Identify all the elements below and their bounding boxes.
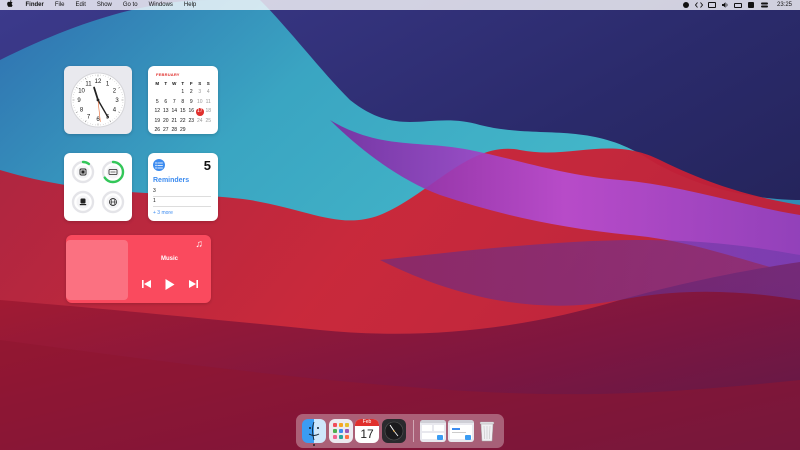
trash-icon[interactable] xyxy=(475,419,499,443)
apple-logo-icon[interactable] xyxy=(0,0,20,11)
calendar-day[interactable]: 14 xyxy=(170,107,179,116)
wifi-icon[interactable] xyxy=(745,0,758,10)
reminders-count: 5 xyxy=(203,158,211,173)
calendar-day[interactable]: 7 xyxy=(170,98,179,107)
battery-icon[interactable] xyxy=(732,0,745,10)
calendar-day[interactable]: 22 xyxy=(179,117,188,126)
music-widget[interactable]: ♫ Music xyxy=(66,235,211,303)
launchpad-icon[interactable] xyxy=(329,419,353,443)
menu-edit[interactable]: Edit xyxy=(70,0,91,10)
calendar-day[interactable]: 19 xyxy=(153,117,162,126)
calendar-weekday: T xyxy=(164,81,168,86)
battery-rings xyxy=(71,160,125,214)
play-icon[interactable] xyxy=(163,277,177,291)
menu-windows[interactable]: Windows xyxy=(143,0,178,10)
calendar-today[interactable]: 17 xyxy=(195,107,205,117)
calendar-day[interactable]: 9 xyxy=(187,98,196,107)
dock-separator xyxy=(413,420,414,442)
calendar-day[interactable]: 5 xyxy=(153,98,162,107)
menu-help[interactable]: Help xyxy=(178,0,201,10)
calendar-day[interactable]: 16 xyxy=(187,107,196,116)
previous-icon[interactable] xyxy=(140,277,154,291)
calendar-weekday: S xyxy=(198,81,202,86)
calendar-day[interactable]: 24 xyxy=(196,117,205,126)
calendar-day[interactable]: 15 xyxy=(179,107,188,116)
calendar-weekday: M xyxy=(155,81,160,86)
calendar-day[interactable]: 23 xyxy=(187,117,196,126)
clock-number: 11 xyxy=(85,82,92,88)
calendar-day[interactable]: 29 xyxy=(179,126,188,135)
menu-show[interactable]: Show xyxy=(91,0,117,10)
menubar-clock[interactable]: 23:25 xyxy=(771,0,800,10)
reminders-title: Reminders xyxy=(153,177,190,184)
calendar-grid: M T W T F S S 1 2 3 4 5 6 7 8 9 10 11 12 13 14 15 16 17 18 19 20 21… xyxy=(153,79,213,135)
calendar-month: FEBRUARY xyxy=(156,72,180,77)
calendar-day[interactable]: 3 xyxy=(196,88,205,97)
menu-go-to[interactable]: Go to xyxy=(117,0,143,10)
finder-icon[interactable] xyxy=(302,419,326,443)
clock-number: 12 xyxy=(95,79,102,85)
record-icon[interactable] xyxy=(680,0,693,10)
clock-number: 10 xyxy=(78,89,85,95)
batteries-widget[interactable] xyxy=(64,153,132,221)
music-note-icon: ♫ xyxy=(195,239,204,250)
calendar-empty-cell xyxy=(170,88,179,97)
calendar-day[interactable]: 2 xyxy=(187,88,196,97)
dock: Feb 17 xyxy=(296,414,504,448)
calendar-day[interactable]: 10 xyxy=(196,98,205,107)
calendar-day[interactable]: 13 xyxy=(162,107,171,116)
calendar-day[interactable]: 8 xyxy=(179,98,188,107)
calendar-widget[interactable]: FEBRUARY M T W T F S S 1 2 3 4 5 6 7 8 9 10 11 12 13 14 15 16 1… xyxy=(148,66,218,134)
clock-widget[interactable]: 121234567891011 xyxy=(64,66,132,134)
calendar-day[interactable]: 1 xyxy=(179,88,188,97)
control-center-icon[interactable] xyxy=(758,0,771,10)
calendar-day[interactable]: 20 xyxy=(162,117,171,126)
battery-ring-mouse-icon xyxy=(71,190,95,214)
dock-calendar-day: 17 xyxy=(360,427,374,441)
menu-bar: Finder File Edit Show Go to Windows Help… xyxy=(0,0,800,10)
calendar-day[interactable]: 27 xyxy=(162,126,171,135)
calendar-weekday: W xyxy=(172,81,177,86)
calendar-empty-cell xyxy=(162,88,171,97)
battery-ring-mac-icon xyxy=(71,160,95,184)
reminders-list-icon xyxy=(153,159,165,171)
calendar-day[interactable]: 26 xyxy=(153,126,162,135)
calendar-day[interactable]: 12 xyxy=(153,107,162,116)
next-icon[interactable] xyxy=(186,277,200,291)
mouse-icon xyxy=(79,198,87,206)
menu-finder[interactable]: Finder xyxy=(20,0,49,10)
menu-file[interactable]: File xyxy=(49,0,70,10)
calendar-day[interactable]: 6 xyxy=(162,98,171,107)
calendar-icon[interactable]: Feb 17 xyxy=(355,419,379,443)
code-icon[interactable] xyxy=(693,0,706,10)
calendar-day[interactable]: 28 xyxy=(170,126,179,135)
reminder-item[interactable]: 1 xyxy=(153,197,211,207)
battery-ring-keyboard-icon xyxy=(101,160,125,184)
dock-calendar-month: Feb xyxy=(355,419,379,426)
calendar-day[interactable]: 21 xyxy=(170,117,179,126)
volume-icon[interactable] xyxy=(719,0,732,10)
analog-clock-face: 121234567891011 xyxy=(70,72,126,128)
window-thumbnail-2[interactable] xyxy=(448,420,474,442)
calendar-empty-cell xyxy=(153,88,162,97)
window-thumbnail-1[interactable] xyxy=(420,420,446,442)
calendar-day[interactable]: 25 xyxy=(204,117,213,126)
calendar-weekday: F xyxy=(189,81,193,86)
calendar-day[interactable]: 11 xyxy=(204,98,213,107)
calendar-day[interactable]: 4 xyxy=(204,88,213,97)
music-controls xyxy=(140,276,200,292)
calendar-weekday: S xyxy=(206,81,210,86)
reminders-widget[interactable]: 5 Reminders 3 1 + 3 more xyxy=(148,153,218,221)
battery-ring-globe-icon xyxy=(101,190,125,214)
display-icon[interactable] xyxy=(706,0,719,10)
calendar-weekday: T xyxy=(181,81,185,86)
reminders-more-link[interactable]: + 3 more xyxy=(153,210,173,216)
dock-running-indicator xyxy=(313,444,315,446)
reminder-item[interactable]: 3 xyxy=(153,187,211,197)
album-art-placeholder xyxy=(66,240,128,300)
calendar-day[interactable]: 18 xyxy=(204,107,213,116)
clock-app-icon[interactable] xyxy=(382,419,406,443)
music-title: Music xyxy=(160,256,178,262)
